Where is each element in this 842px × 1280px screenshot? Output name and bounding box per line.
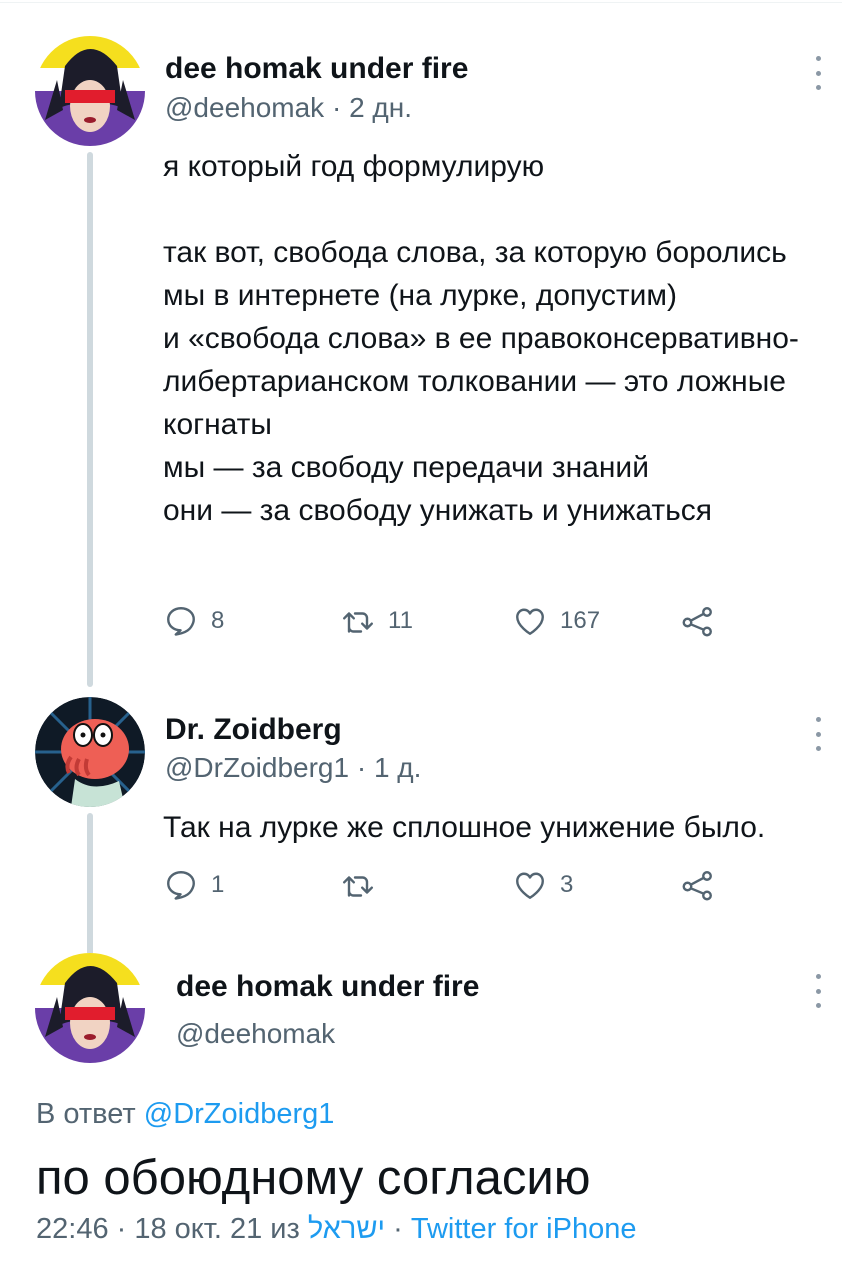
like-button[interactable]: 167	[512, 603, 600, 639]
source-link[interactable]: Twitter for iPhone	[411, 1213, 637, 1245]
more-vertical-icon[interactable]	[806, 974, 830, 1008]
like-count: 167	[560, 607, 601, 634]
retweet-icon	[343, 612, 373, 633]
reply-context: В ответ @DrZoidberg1	[36, 1098, 334, 1131]
author-handle-time: @DrZoidberg1 · 1 д.	[165, 752, 421, 784]
share-icon	[682, 871, 712, 901]
share-button[interactable]	[680, 603, 716, 639]
like-button[interactable]: 3	[512, 867, 573, 903]
tweet-metadata: 22:46 · 18 окт. 21 из ישראל · Twitter fo…	[36, 1213, 636, 1246]
thread-line	[87, 152, 93, 687]
reply-button[interactable]: 1	[163, 867, 224, 903]
timestamp[interactable]: 22:46 · 18 окт. 21 из	[36, 1213, 308, 1245]
tweet-text: я который год формулирую так вот, свобод…	[163, 150, 799, 527]
author-handle-time: @deehomak · 2 дн.	[165, 92, 412, 124]
reply-mention-link[interactable]: @DrZoidberg1	[144, 1098, 335, 1130]
author-handle[interactable]: @deehomak	[176, 1018, 335, 1050]
author-handle[interactable]: @deehomak	[165, 92, 324, 123]
reply-icon	[167, 607, 195, 636]
more-vertical-icon[interactable]	[806, 56, 830, 90]
reply-icon	[167, 871, 195, 900]
avatar[interactable]	[35, 697, 145, 807]
tweet-text: Так на лурке же сплошное унижение было.	[163, 811, 766, 844]
heart-icon	[516, 872, 544, 899]
retweet-count: 11	[388, 607, 413, 634]
author-handle[interactable]: @DrZoidberg1	[165, 752, 349, 783]
avatar[interactable]	[35, 953, 145, 1063]
thread-line	[87, 813, 93, 959]
main-tweet-text: по обоюдному согласию	[36, 1151, 591, 1205]
more-vertical-icon[interactable]	[806, 717, 830, 751]
reply-button[interactable]: 8	[163, 603, 224, 639]
heart-icon	[516, 608, 544, 635]
share-button[interactable]	[680, 867, 716, 903]
retweet-button[interactable]	[340, 867, 388, 903]
retweet-icon	[343, 876, 373, 897]
tweet-time[interactable]: · 1 д.	[349, 752, 422, 783]
retweet-button[interactable]: 11	[340, 603, 413, 639]
author-name[interactable]: Dr. Zoidberg	[165, 713, 342, 747]
location-link[interactable]: ישראל	[308, 1213, 385, 1245]
avatar[interactable]	[35, 36, 145, 146]
reply-count: 1	[211, 871, 225, 898]
reply-prefix: В ответ	[36, 1098, 144, 1130]
author-name[interactable]: dee homak under fire	[176, 970, 479, 1004]
meta-separator: ·	[385, 1213, 411, 1245]
reply-count: 8	[211, 607, 225, 634]
tweet-time[interactable]: · 2 дн.	[324, 92, 412, 123]
top-divider	[0, 2, 842, 3]
share-icon	[682, 607, 712, 637]
like-count: 3	[560, 871, 574, 898]
author-name[interactable]: dee homak under fire	[165, 52, 468, 86]
